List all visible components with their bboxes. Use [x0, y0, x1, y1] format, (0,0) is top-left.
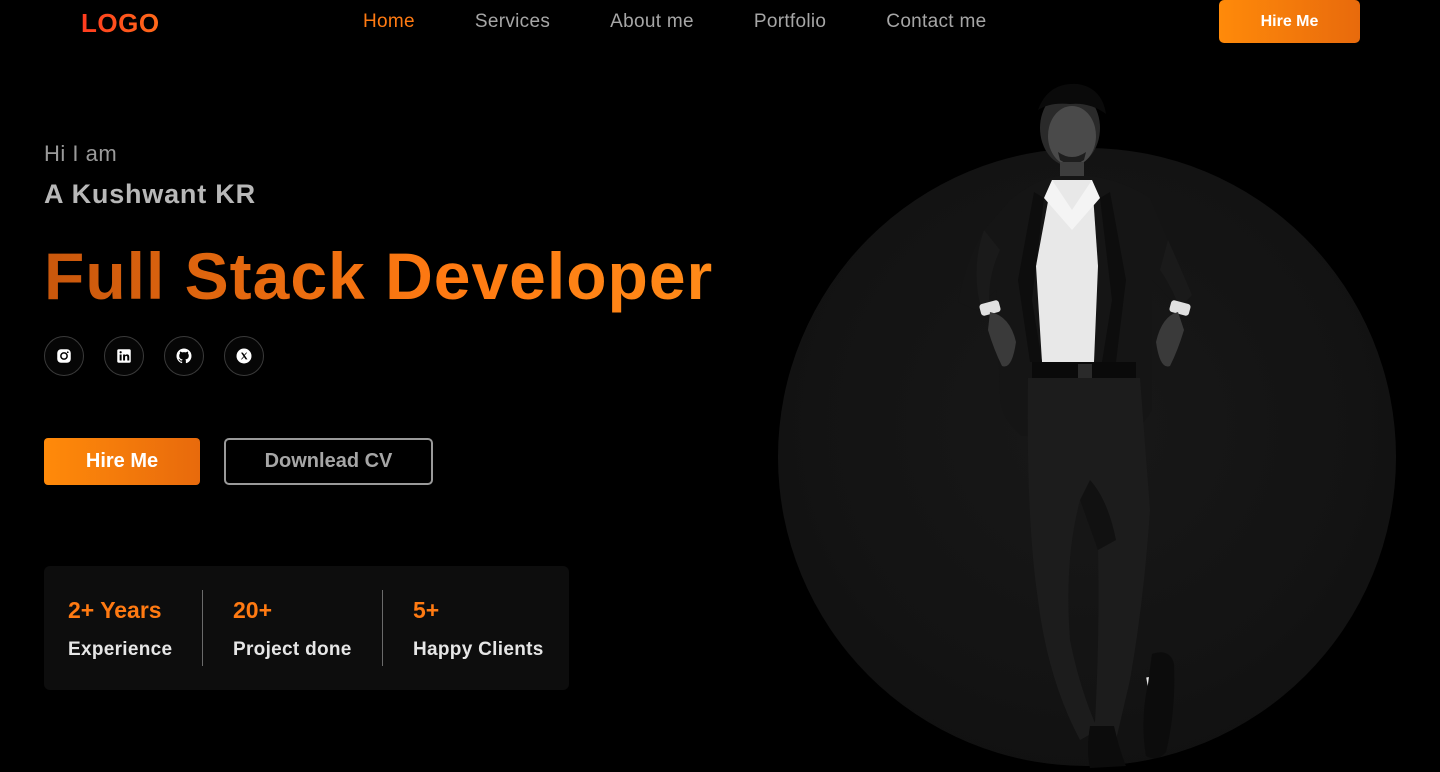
linkedin-icon: [117, 349, 131, 363]
hire-me-button[interactable]: Hire Me: [44, 438, 200, 485]
nav-link-contact[interactable]: Contact me: [886, 11, 986, 33]
github-icon: [176, 348, 192, 364]
download-cv-button[interactable]: Downlead CV: [224, 438, 433, 485]
nav-link-services[interactable]: Services: [475, 11, 550, 33]
social-links: [44, 336, 264, 376]
social-link-linkedin[interactable]: [104, 336, 144, 376]
instagram-icon: [57, 349, 71, 363]
stat-divider: [382, 590, 383, 666]
header-hire-button[interactable]: Hire Me: [1219, 0, 1360, 43]
social-link-instagram[interactable]: [44, 336, 84, 376]
stat-value: 2+ Years: [68, 597, 162, 623]
social-link-github[interactable]: [164, 336, 204, 376]
stat-value: 20+: [233, 597, 273, 623]
logo[interactable]: LOGO: [81, 8, 160, 39]
nav-link-about[interactable]: About me: [610, 11, 694, 33]
hero-greeting: Hi I am: [44, 141, 118, 166]
nav-link-home[interactable]: Home: [363, 11, 415, 33]
stat-divider: [202, 590, 203, 666]
stat-label: Happy Clients: [413, 639, 544, 660]
stat-label: Experience: [68, 639, 173, 660]
main-nav: Home Services About me Portfolio Contact…: [363, 11, 1046, 33]
social-link-x[interactable]: [224, 336, 264, 376]
x-icon: [236, 348, 252, 364]
stats-panel: 2+ Years Experience 20+ Project done 5+ …: [44, 566, 569, 690]
nav-link-portfolio[interactable]: Portfolio: [754, 11, 826, 33]
stat-value: 5+: [413, 597, 440, 623]
hero-name: A Kushwant KR: [44, 179, 256, 209]
stat-label: Project done: [233, 639, 352, 660]
portrait-image: [958, 83, 1192, 768]
hero-role-title: Full Stack Developer: [44, 239, 714, 313]
